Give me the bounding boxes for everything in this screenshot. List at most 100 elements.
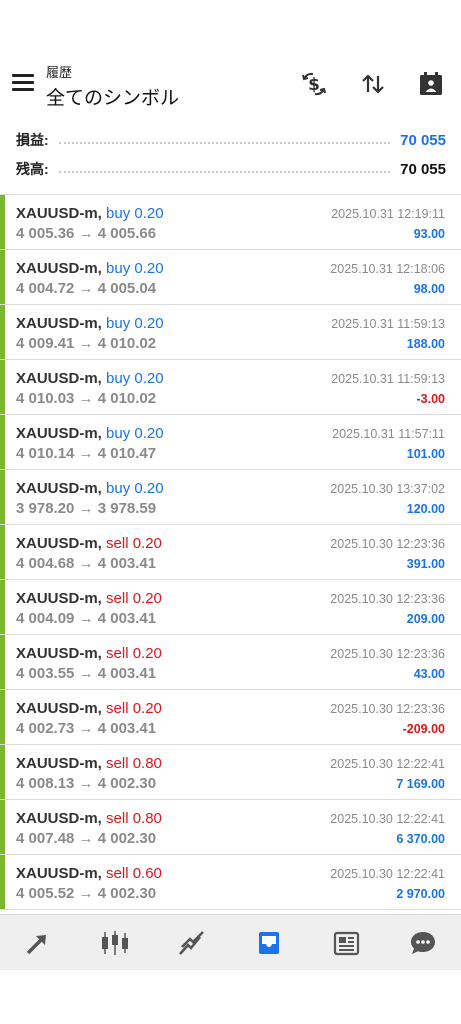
balance-label: 残高:: [16, 161, 49, 177]
symbol-filter-title[interactable]: 全てのシンボル: [46, 83, 179, 110]
trade-profit: 7 169.00: [396, 777, 445, 791]
open-close-prices: 4 005.52 → 4 002.30: [16, 885, 157, 902]
trade-profit: 120.00: [406, 502, 445, 516]
symbol-name: XAUUSD-m,: [16, 645, 102, 662]
trade-time: 2025.10.30 12:22:41: [330, 867, 445, 881]
symbol-name: XAUUSD-m,: [16, 425, 102, 442]
open-close-prices: 4 004.72 → 4 005.04: [16, 280, 157, 297]
open-close-prices: 4 004.68 → 4 003.41: [16, 555, 157, 572]
closed-position-marker: [0, 195, 5, 249]
open-close-prices: 4 010.14 → 4 010.47: [16, 445, 157, 462]
closed-position-marker: [0, 800, 5, 854]
closed-position-marker: [0, 635, 5, 689]
symbol-name: XAUUSD-m,: [16, 315, 102, 332]
trade-row[interactable]: XAUUSD-m, buy 0.20 4 005.36 → 4 005.66 202…: [0, 195, 461, 250]
trade-row[interactable]: XAUUSD-m, buy 0.20 4 009.41 → 4 010.02 202…: [0, 305, 461, 360]
trade-row[interactable]: XAUUSD-m, sell 0.80 4 007.48 → 4 002.30 20…: [0, 800, 461, 855]
dotted-leader: [58, 136, 391, 144]
trade-time: 2025.10.30 12:23:36: [330, 592, 445, 606]
trade-profit: 209.00: [406, 612, 445, 626]
symbol-name: XAUUSD-m,: [16, 755, 102, 772]
trade-profit: 188.00: [406, 337, 445, 351]
trade-profit: 6 370.00: [396, 832, 445, 846]
trade-time: 2025.10.30 12:23:36: [330, 647, 445, 661]
trade-profit: 93.00: [413, 227, 445, 241]
symbol-name: XAUUSD-m,: [16, 260, 102, 277]
calendar-period-icon[interactable]: [415, 68, 447, 100]
closed-position-marker: [0, 580, 5, 634]
chat-icon[interactable]: [384, 915, 461, 970]
trade-time: 2025.10.30 13:37:02: [330, 482, 445, 496]
balance-value: 70 055: [400, 160, 446, 178]
trade-direction-volume: sell 0.20: [106, 700, 162, 717]
trade-symbol: XAUUSD-m, sell 0.80: [16, 755, 162, 772]
trade-row[interactable]: XAUUSD-m, buy 0.20 4 004.72 → 4 005.04 202…: [0, 250, 461, 305]
trade-direction-volume: sell 0.20: [106, 645, 162, 662]
account-summary: 損益: 70 055 残高: 70 055: [0, 124, 461, 194]
symbol-name: XAUUSD-m,: [16, 480, 102, 497]
trade-symbol: XAUUSD-m, buy 0.20: [16, 480, 164, 497]
trade-profit: 101.00: [406, 447, 445, 461]
trade-time: 2025.10.30 12:22:41: [330, 757, 445, 771]
menu-icon[interactable]: [12, 74, 34, 91]
trade-row[interactable]: XAUUSD-m, sell 0.20 4 004.09 → 4 003.41 20…: [0, 580, 461, 635]
page-subtitle: 履歴: [46, 65, 73, 80]
trade-profit: 391.00: [406, 557, 445, 571]
trade-row[interactable]: XAUUSD-m, buy 0.20 4 010.14 → 4 010.47 202…: [0, 415, 461, 470]
profit-value: 70 055: [400, 131, 446, 149]
trade-row[interactable]: XAUUSD-m, sell 0.20 4 004.68 → 4 003.41 20…: [0, 525, 461, 580]
trade-symbol: XAUUSD-m, buy 0.20: [16, 370, 164, 387]
open-close-prices: 4 002.73 → 4 003.41: [16, 720, 157, 737]
trade-time: 2025.10.31 11:59:13: [331, 317, 445, 331]
symbol-name: XAUUSD-m,: [16, 370, 102, 387]
trade-icon[interactable]: [154, 915, 231, 970]
history-icon[interactable]: [230, 915, 307, 970]
chart-icon[interactable]: [77, 915, 154, 970]
trade-direction-volume: buy 0.20: [106, 480, 164, 497]
trade-symbol: XAUUSD-m, sell 0.60: [16, 865, 162, 882]
closed-position-marker: [0, 305, 5, 359]
open-close-prices: 3 978.20 → 3 978.59: [16, 500, 157, 517]
trade-row[interactable]: XAUUSD-m, sell 0.20 4 002.73 → 4 003.41 20…: [0, 690, 461, 745]
trade-time: 2025.10.31 11:59:13: [331, 372, 445, 386]
open-close-prices: 4 010.03 → 4 010.02: [16, 390, 157, 407]
closed-position-marker: [0, 470, 5, 524]
balance-row: 残高: 70 055: [16, 159, 446, 179]
trade-profit: 2 970.00: [396, 887, 445, 901]
trade-profit: -209.00: [402, 722, 445, 736]
closed-position-marker: [0, 745, 5, 799]
trade-symbol: XAUUSD-m, sell 0.20: [16, 535, 162, 552]
trade-row[interactable]: XAUUSD-m, buy 0.20 3 978.20 → 3 978.59 202…: [0, 470, 461, 525]
open-close-prices: 4 004.09 → 4 003.41: [16, 610, 157, 627]
trade-time: 2025.10.30 12:23:36: [330, 702, 445, 716]
svg-text:$: $: [308, 75, 320, 95]
trade-row[interactable]: XAUUSD-m, sell 0.60 4 005.52 → 4 002.30 20…: [0, 855, 461, 910]
trade-symbol: XAUUSD-m, buy 0.20: [16, 315, 164, 332]
trade-history-list[interactable]: XAUUSD-m, buy 0.20 4 005.36 → 4 005.66 202…: [0, 194, 461, 914]
open-close-prices: 4 005.36 → 4 005.66: [16, 225, 157, 242]
closed-position-marker: [0, 690, 5, 744]
closed-position-marker: [0, 250, 5, 304]
sort-icon[interactable]: [357, 68, 389, 100]
open-close-prices: 4 009.41 → 4 010.02: [16, 335, 157, 352]
trade-direction-volume: buy 0.20: [106, 315, 164, 332]
app-header: 履歴 全てのシンボル $: [0, 52, 461, 118]
symbol-name: XAUUSD-m,: [16, 535, 102, 552]
closed-position-marker: [0, 415, 5, 469]
trade-row[interactable]: XAUUSD-m, buy 0.20 4 010.03 → 4 010.02 202…: [0, 360, 461, 415]
quotes-icon[interactable]: [0, 915, 77, 970]
trade-row[interactable]: XAUUSD-m, sell 0.20 4 003.55 → 4 003.41 20…: [0, 635, 461, 690]
trade-symbol: XAUUSD-m, buy 0.20: [16, 260, 164, 277]
currency-exchange-icon[interactable]: $: [298, 68, 330, 100]
symbol-name: XAUUSD-m,: [16, 205, 102, 222]
trade-symbol: XAUUSD-m, sell 0.20: [16, 590, 162, 607]
news-icon[interactable]: [307, 915, 384, 970]
closed-position-marker: [0, 525, 5, 579]
trade-row[interactable]: XAUUSD-m, sell 0.80 4 008.13 → 4 002.30 20…: [0, 745, 461, 800]
symbol-name: XAUUSD-m,: [16, 590, 102, 607]
trade-profit: 43.00: [413, 667, 445, 681]
trade-time: 2025.10.30 12:23:36: [330, 537, 445, 551]
trade-direction-volume: buy 0.20: [106, 260, 164, 277]
trade-direction-volume: sell 0.80: [106, 810, 162, 827]
symbol-name: XAUUSD-m,: [16, 700, 102, 717]
